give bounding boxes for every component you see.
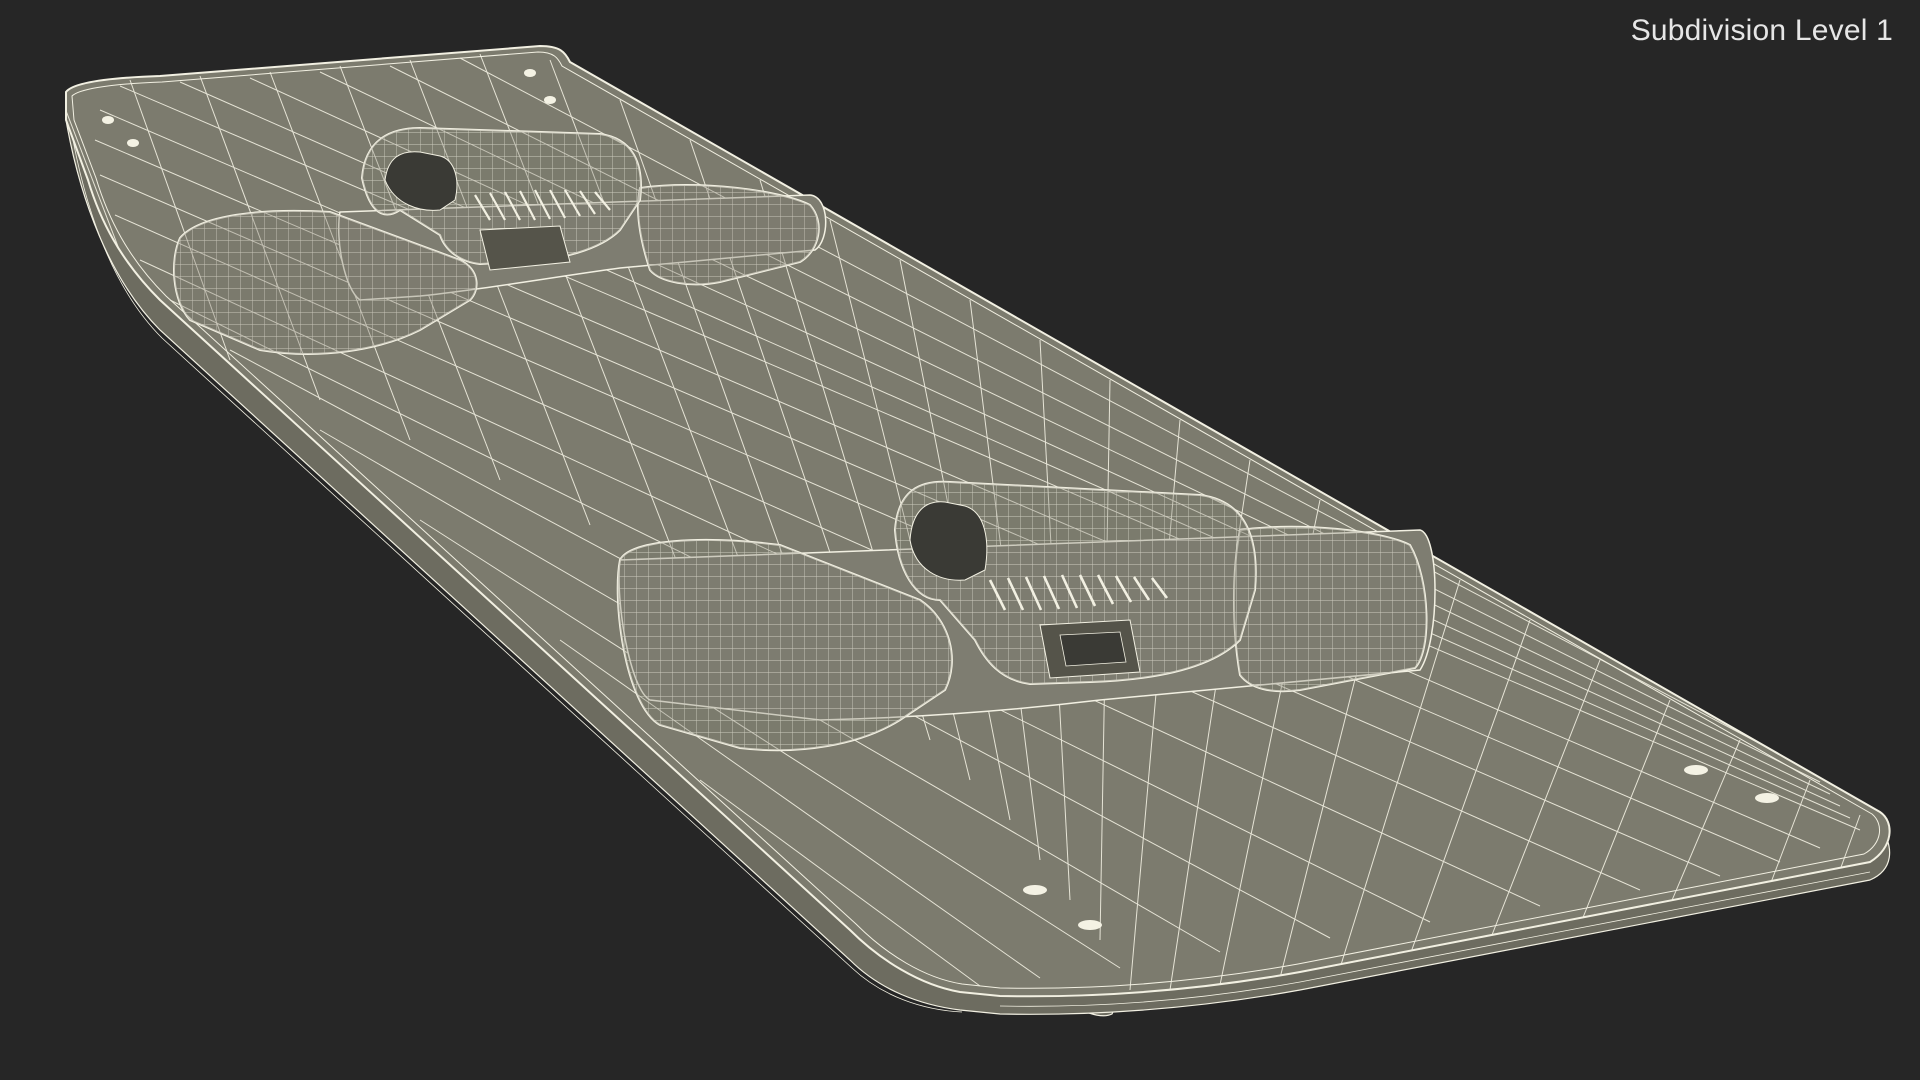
3d-viewport[interactable]: Subdivision Level 1 bbox=[0, 0, 1920, 1080]
kiteboard-wireframe-model bbox=[65, 44, 1891, 1017]
